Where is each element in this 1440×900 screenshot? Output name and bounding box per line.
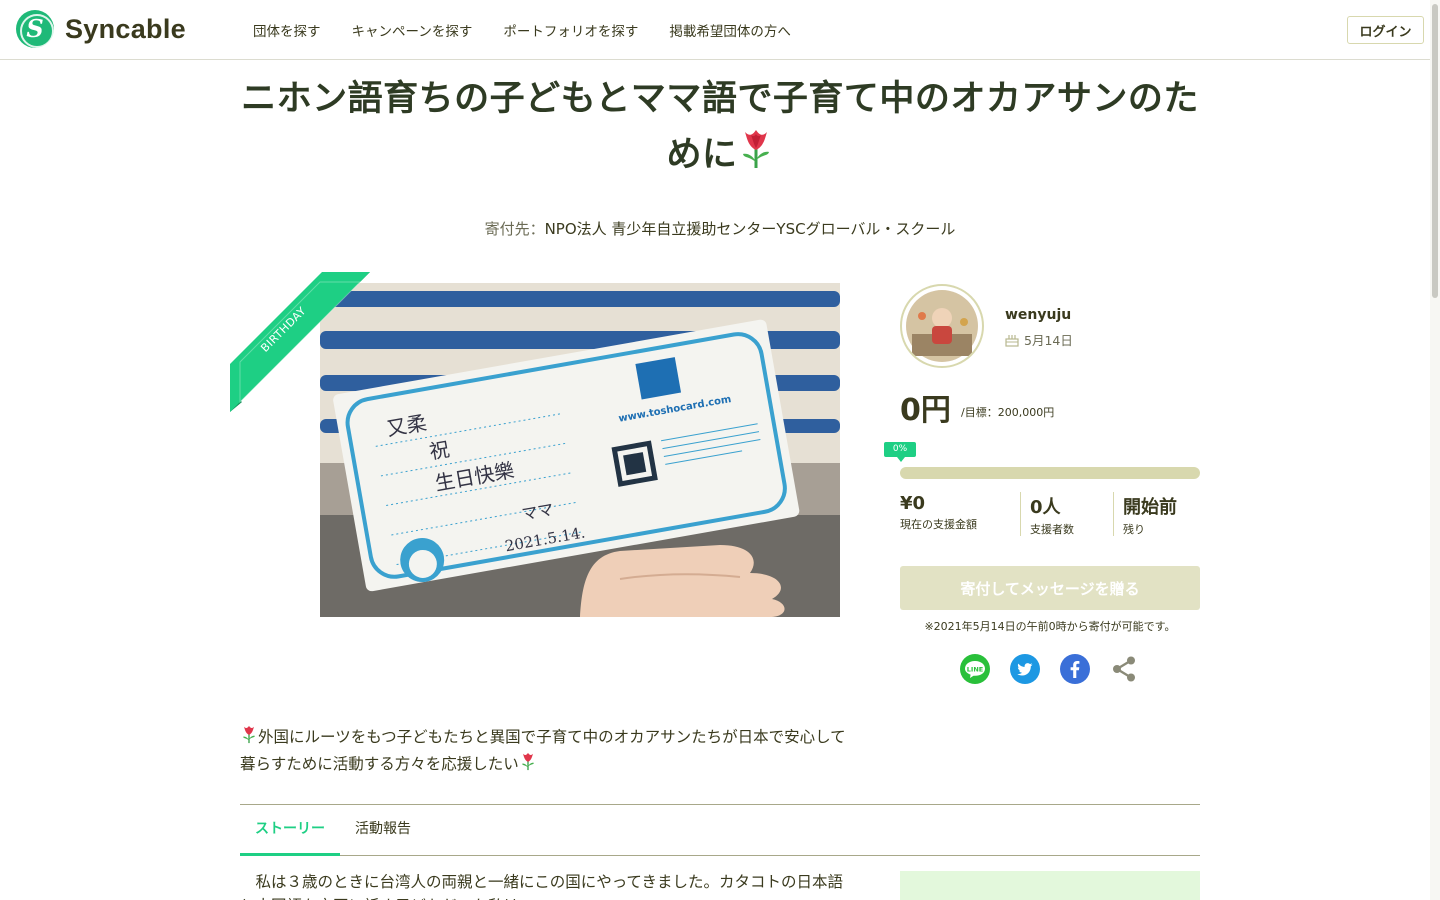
scrollbar-thumb[interactable] <box>1432 4 1438 298</box>
nav-find-portfolios[interactable]: ポートフォリオを探す <box>503 20 638 40</box>
fundraiser-username[interactable]: wenyuju <box>1005 307 1071 323</box>
stat-amount-value: ¥0 <box>900 493 926 514</box>
donation-notice: ※2021年5月14日の午前0時から寄付が可能です。 <box>924 620 1176 633</box>
site-header: S Syncable 団体を探す キャンペーンを探す ポートフォリオを探す 掲載… <box>0 0 1440 60</box>
tab-story[interactable]: ストーリー <box>240 805 340 856</box>
stat-divider <box>1113 492 1114 536</box>
beneficiary-line: 寄付先：NPO法人 青少年自立援助センターYSCグローバル・スクール <box>230 218 1210 239</box>
share-line-button[interactable]: LINE <box>960 654 990 684</box>
card-line-blessing: 祝 <box>427 437 451 464</box>
twitter-bird-icon <box>1017 663 1033 676</box>
stat-supporters: 0人 支援者数 <box>1030 493 1074 537</box>
campaign-lead: 外国にルーツをもつ子どもたちと異国で子育て中のオカアサンたちが日本で安心して暮ら… <box>240 724 852 778</box>
birthday-ribbon: BIRTHDAY <box>230 272 370 412</box>
beneficiary-link[interactable]: NPO法人 青少年自立援助センターYSCグローバル・スクール <box>545 220 956 238</box>
logo-text: Syncable <box>65 13 186 44</box>
progress-bar <box>900 467 1200 479</box>
facebook-icon <box>1070 661 1080 678</box>
gift-card-photo: 又柔 祝 生日快樂 ママ 2021.5.14. www.toshocard.co… <box>320 283 840 617</box>
svg-text:LINE: LINE <box>967 666 983 674</box>
nav-find-organizations[interactable]: 団体を探す <box>253 20 321 40</box>
tab-activity-report[interactable]: 活動報告 <box>342 805 424 856</box>
line-icon: LINE <box>965 661 985 678</box>
share-twitter-button[interactable] <box>1010 654 1040 684</box>
stat-remaining: 開始前 残り <box>1123 493 1177 537</box>
share-icon <box>1113 656 1135 682</box>
page-scrollbar[interactable] <box>1430 0 1440 900</box>
campaign-image: 又柔 祝 生日快樂 ママ 2021.5.14. www.toshocard.co… <box>320 283 840 617</box>
birthday-date: 5月14日 <box>1024 333 1073 348</box>
goal-amount: /目標：200,000円 <box>961 406 1055 419</box>
stat-amount: ¥0 現在の支援金額 <box>900 493 977 532</box>
avatar[interactable] <box>900 284 984 368</box>
stat-supporters-value: 0人 <box>1030 497 1061 518</box>
raised-amount: 0円 <box>900 393 951 428</box>
tulip-icon <box>240 724 258 751</box>
share-facebook-button[interactable] <box>1060 654 1090 684</box>
stat-divider <box>1020 492 1021 536</box>
campaign-lead-text: 外国にルーツをもつ子どもたちと異国で子育て中のオカアサンたちが日本で安心して暮ら… <box>240 728 846 773</box>
logo-icon: S <box>16 10 54 48</box>
beneficiary-label: 寄付先： <box>484 220 545 238</box>
fundraiser-birthday: 5月14日 <box>1005 330 1073 349</box>
progress-percent-badge: 0% <box>884 442 916 462</box>
stat-remaining-value: 開始前 <box>1123 497 1177 518</box>
donate-button[interactable]: 寄付してメッセージを贈る <box>900 566 1200 610</box>
sidebar-panel <box>900 871 1200 900</box>
syncable-logo[interactable]: S Syncable <box>16 10 186 48</box>
campaign-title-text: ニホン語育ちの子どもとママ語で子育て中のオカアサンのために <box>241 79 1199 175</box>
stat-supporters-label: 支援者数 <box>1030 523 1074 536</box>
main-nav: 団体を探す キャンペーンを探す ポートフォリオを探す 掲載希望団体の方へ <box>253 0 822 60</box>
tulip-icon <box>738 126 774 186</box>
campaign-title: ニホン語育ちの子どもとママ語で子育て中のオカアサンのために <box>230 72 1210 186</box>
avatar-photo <box>906 290 978 362</box>
content-tabs: ストーリー 活動報告 <box>240 804 1200 856</box>
story-paragraph: 私は３歳のときに台湾人の両親と一緒にこの国にやってきました。カタコトの日本語と中… <box>240 873 843 900</box>
nav-for-organizations[interactable]: 掲載希望団体の方へ <box>669 20 791 40</box>
stat-amount-label: 現在の支援金額 <box>900 518 977 531</box>
login-button[interactable]: ログイン <box>1347 16 1424 44</box>
tulip-icon <box>519 751 537 778</box>
cake-icon <box>1005 334 1019 347</box>
nav-find-campaigns[interactable]: キャンペーンを探す <box>352 20 473 40</box>
stat-remaining-label: 残り <box>1123 523 1145 536</box>
share-button[interactable] <box>1110 654 1140 684</box>
